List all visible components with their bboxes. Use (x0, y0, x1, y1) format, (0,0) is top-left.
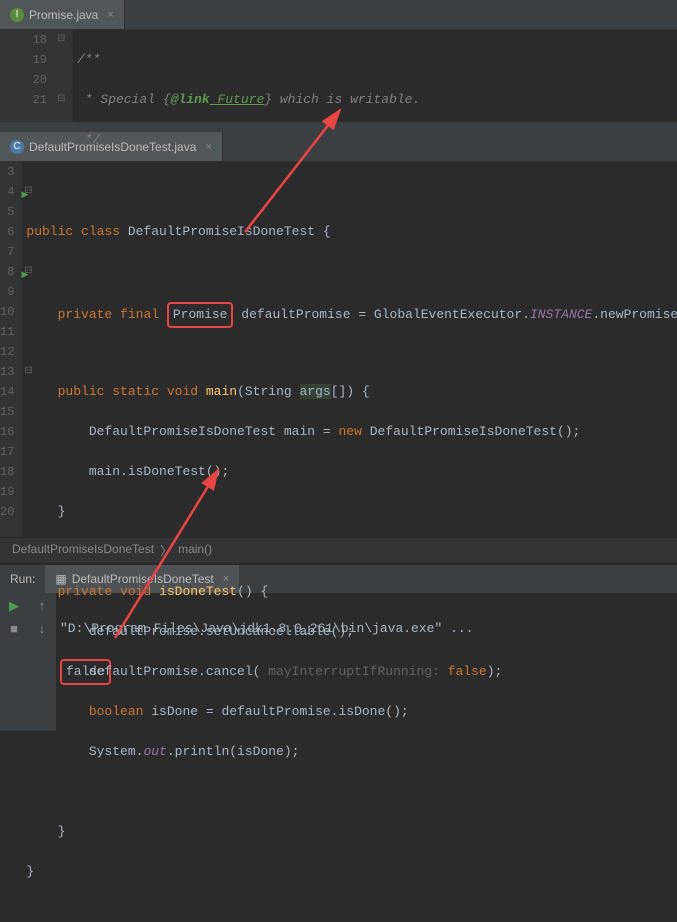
gutter: 18 19 20 21 (0, 30, 55, 122)
editor-promise[interactable]: 18 19 20 21 /** * Special {@link Future}… (0, 30, 677, 122)
class-file-icon: C (10, 140, 24, 154)
gutter: 3 4 5 6 7 8 9 10 11 12 13 14 15 16 17 18… (0, 162, 22, 537)
java-file-icon: I (10, 8, 24, 22)
run-gutter-icon[interactable]: 4 (0, 182, 14, 202)
close-icon[interactable]: × (107, 9, 113, 21)
code-area[interactable]: /** * Special {@link Future} which is wr… (73, 30, 444, 122)
rerun-icon[interactable]: ▶ (9, 599, 19, 614)
editor-test[interactable]: 3 4 5 6 7 8 9 10 11 12 13 14 15 16 17 18… (0, 162, 677, 537)
run-gutter-icon[interactable]: 8 (0, 262, 14, 282)
run-toolbar-left: ▶ ■ (0, 593, 28, 731)
tab-label: Promise.java (29, 8, 98, 22)
top-tab-bar: I Promise.java × (0, 0, 677, 30)
fold-gutter (55, 30, 73, 122)
promise-highlight: Promise (167, 302, 234, 328)
code-area[interactable]: public class DefaultPromiseIsDoneTest { … (22, 162, 677, 537)
stop-icon[interactable]: ■ (10, 622, 18, 637)
tab-promise-java[interactable]: I Promise.java × (0, 0, 125, 29)
